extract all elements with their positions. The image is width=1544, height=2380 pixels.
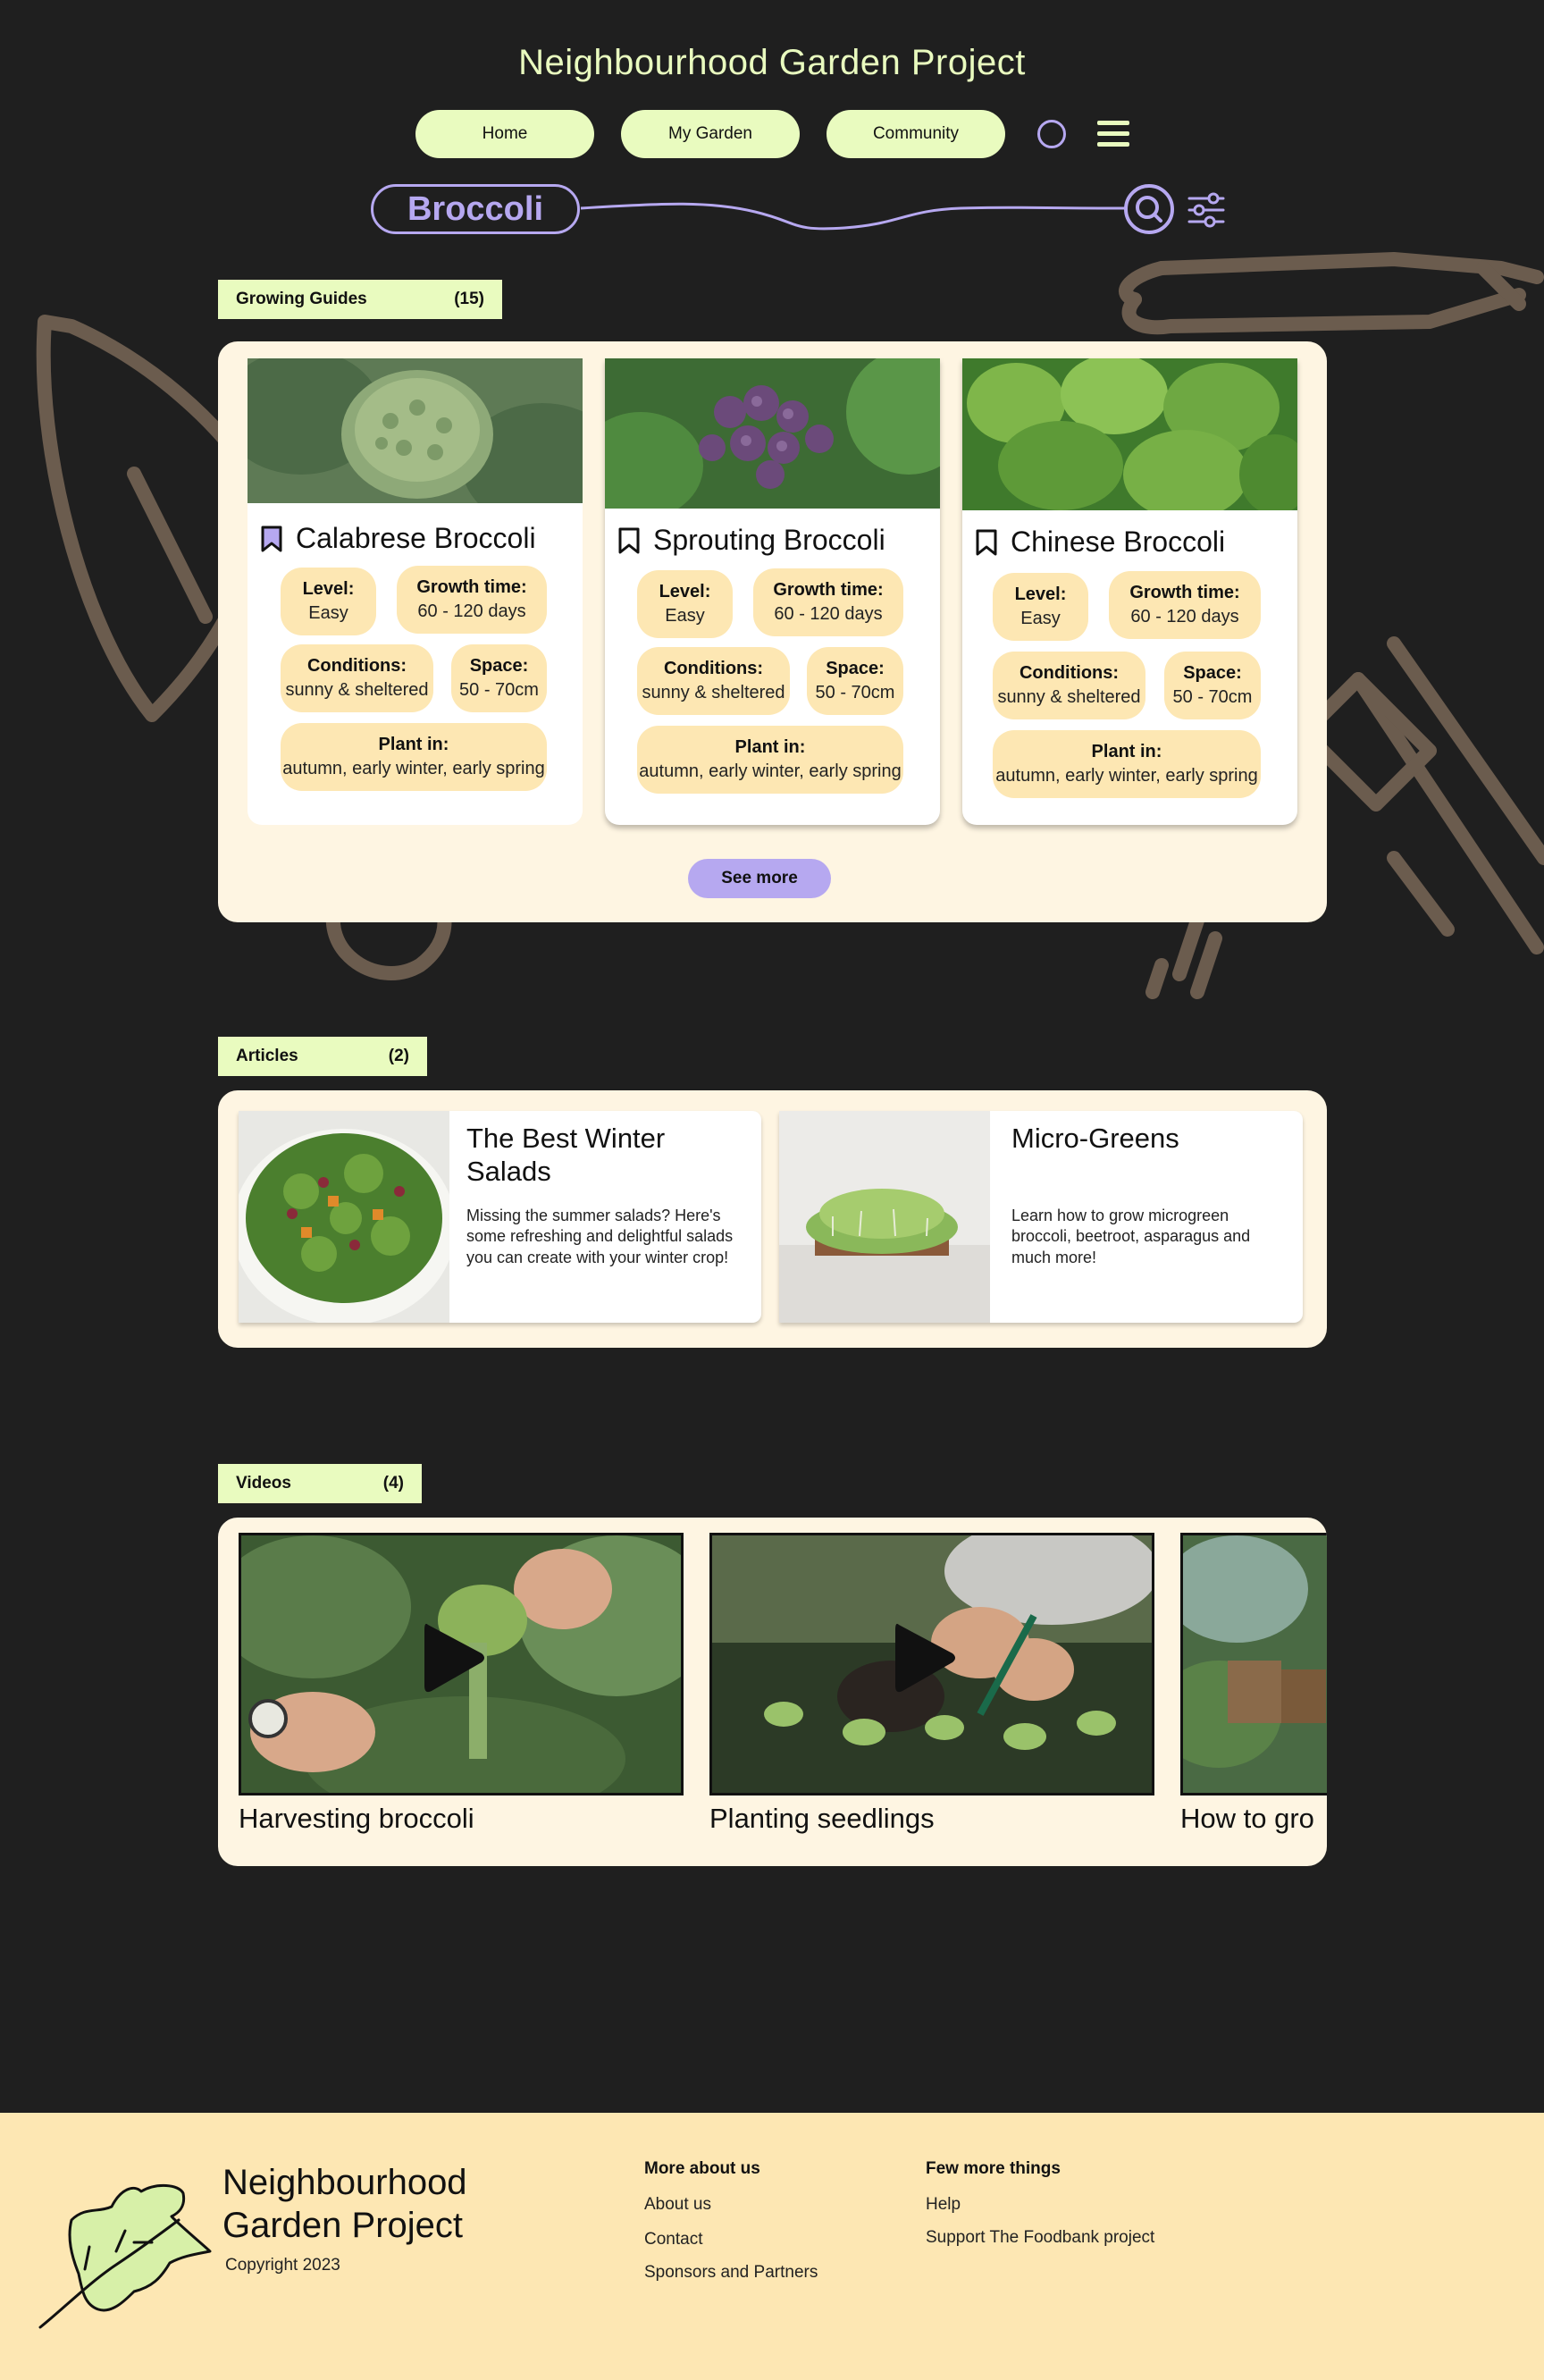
videos-tag: Videos (4) <box>218 1464 422 1503</box>
footer-col2-heading: Few more things <box>926 2159 1061 2178</box>
article-title: The Best Winter Salads <box>466 1123 666 1188</box>
winter-salad-image <box>239 1111 449 1323</box>
guide-card-chinese[interactable]: Chinese Broccoli Level: Easy Growth time:… <box>962 354 1311 825</box>
articles-label: Articles <box>236 1047 298 1065</box>
articles-tag: Articles (2) <box>218 1037 427 1076</box>
video-title[interactable]: Planting seedlings <box>709 1803 1154 1835</box>
search-input-line[interactable] <box>576 183 1130 237</box>
guide-card-title-row: Chinese Broccoli <box>962 526 1297 559</box>
guide-card-title: Sprouting Broccoli <box>653 524 885 556</box>
space-chip: Space: 50 - 70cm <box>451 644 547 712</box>
space-chip: Space: 50 - 70cm <box>807 647 903 715</box>
articles-count: (2) <box>388 1047 409 1065</box>
footer-col1-heading: More about us <box>644 2159 760 2178</box>
conditions-chip: Conditions: sunny & sheltered <box>637 647 790 715</box>
chinese-broccoli-image <box>962 354 1311 519</box>
guide-card-title-row: Calabrese Broccoli <box>248 522 583 555</box>
article-card-winter-salads[interactable]: The Best Winter Salads Missing the summe… <box>239 1111 761 1323</box>
article-description: Learn how to grow microgreen broccoli, b… <box>1011 1207 1251 1266</box>
guide-card-sprouting[interactable]: Sprouting Broccoli Level: Easy Growth tim… <box>578 349 971 825</box>
footer-brand[interactable]: Neighbourhood Garden Project <box>222 2161 467 2247</box>
guide-card-title: Chinese Broccoli <box>1011 526 1226 558</box>
footer-brand-line1: Neighbourhood <box>222 2163 467 2202</box>
plant-in-chip: Plant in: autumn, early winter, early spr… <box>281 723 547 791</box>
footer-link-sponsors[interactable]: Sponsors and Partners <box>644 2263 818 2283</box>
search-icon[interactable] <box>1122 182 1176 236</box>
footer-copyright: Copyright 2023 <box>225 2256 340 2275</box>
plant-in-chip: Plant in: autumn, early winter, early spr… <box>993 730 1261 798</box>
menu-icon[interactable] <box>1097 119 1129 149</box>
footer: Neighbourhood Garden Project Copyright 2… <box>0 2113 1544 2380</box>
videos-panel: Harvesting broccoli Planting seedlings H… <box>218 1518 1327 1866</box>
sprouting-broccoli-image <box>578 349 971 519</box>
see-more-button[interactable]: See more <box>688 859 831 898</box>
video-card-planting[interactable]: Planting seedlings <box>709 1533 1154 1854</box>
article-card-micro-greens[interactable]: Micro-Greens Learn how to grow microgree… <box>779 1111 1303 1323</box>
bookmark-icon[interactable] <box>617 526 641 555</box>
footer-link-about-us[interactable]: About us <box>644 2195 711 2215</box>
leaf-logo-icon[interactable] <box>36 2157 214 2336</box>
level-chip: Level: Easy <box>993 573 1088 641</box>
level-chip: Level: Easy <box>281 568 376 635</box>
video-card-how-to-grow[interactable]: How to gro <box>1180 1533 1327 1854</box>
video-card-harvesting[interactable]: Harvesting broccoli <box>239 1533 684 1854</box>
article-description: Missing the summer salads? Here's some r… <box>466 1207 734 1266</box>
growth-time-chip: Growth time: 60 - 120 days <box>1109 571 1261 639</box>
nav-community-button[interactable]: Community <box>827 110 1005 158</box>
footer-link-help[interactable]: Help <box>926 2195 961 2215</box>
conditions-chip: Conditions: sunny & sheltered <box>993 652 1145 719</box>
guide-card-title-row: Sprouting Broccoli <box>605 524 940 557</box>
micro-greens-image <box>779 1111 990 1323</box>
play-icon[interactable] <box>417 1618 489 1698</box>
profile-icon[interactable] <box>1037 120 1066 148</box>
guide-card-title: Calabrese Broccoli <box>296 522 536 554</box>
growing-guides-label: Growing Guides <box>236 290 367 308</box>
space-chip: Space: 50 - 70cm <box>1164 652 1261 719</box>
footer-link-contact[interactable]: Contact <box>644 2230 702 2250</box>
play-icon[interactable] <box>888 1618 960 1698</box>
article-title: Micro-Greens <box>1011 1123 1179 1154</box>
guide-card-calabrese[interactable]: Calabrese Broccoli Level: Easy Growth tim… <box>221 349 623 825</box>
videos-label: Videos <box>236 1474 291 1493</box>
plant-in-chip: Plant in: autumn, early winter, early spr… <box>637 726 903 794</box>
footer-link-foodbank[interactable]: Support The Foodbank project <box>926 2228 1154 2248</box>
video-thumbnail[interactable] <box>1180 1533 1327 1796</box>
video-title[interactable]: How to gro <box>1180 1803 1327 1835</box>
growth-time-chip: Growth time: 60 - 120 days <box>397 566 547 634</box>
site-title: Neighbourhood Garden Project <box>518 43 1026 82</box>
nav-my-garden-button[interactable]: My Garden <box>621 110 800 158</box>
calabrese-broccoli-image <box>221 349 623 528</box>
bookmark-icon[interactable] <box>975 528 998 557</box>
growing-guides-tag: Growing Guides (15) <box>218 280 502 319</box>
bookmark-filled-icon[interactable] <box>260 525 283 553</box>
search-query-pill[interactable]: Broccoli <box>371 184 580 234</box>
growing-guides-count: (15) <box>454 290 484 308</box>
video-title[interactable]: Harvesting broccoli <box>239 1803 684 1835</box>
nav-home-button[interactable]: Home <box>415 110 594 158</box>
filter-icon[interactable] <box>1187 192 1226 228</box>
footer-brand-line2: Garden Project <box>222 2206 464 2245</box>
videos-count: (4) <box>382 1474 404 1493</box>
level-chip: Level: Easy <box>637 570 733 638</box>
conditions-chip: Conditions: sunny & sheltered <box>281 644 433 712</box>
growth-time-chip: Growth time: 60 - 120 days <box>753 568 903 636</box>
broccoli-garden-image <box>1183 1535 1327 1793</box>
